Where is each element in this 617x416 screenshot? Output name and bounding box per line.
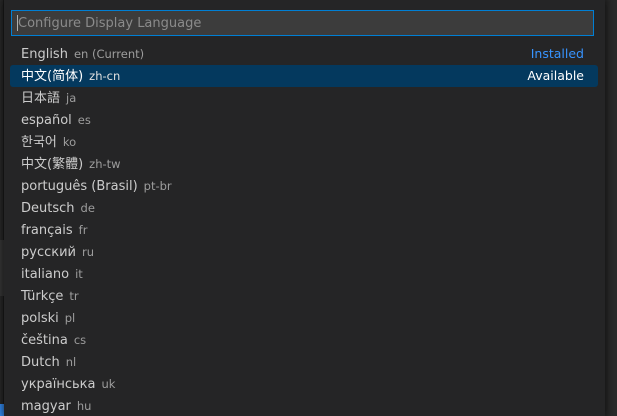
language-item[interactable]: українська uk	[10, 373, 598, 395]
language-label: українська	[21, 377, 96, 392]
language-code: pt-br	[143, 179, 172, 193]
language-label: русский	[21, 245, 76, 260]
language-label: Dutch	[21, 355, 60, 370]
language-label: português (Brasil)	[21, 179, 138, 194]
language-code: cs	[73, 333, 87, 347]
language-code: de	[80, 201, 95, 215]
language-item[interactable]: Dutch nl	[10, 351, 598, 373]
language-list: English en (Current) Installed 中文(简体) zh-cn A…	[10, 43, 598, 416]
editor-background-right	[605, 0, 617, 416]
language-item[interactable]: polski pl	[10, 307, 598, 329]
language-item[interactable]: čeština cs	[10, 329, 598, 351]
language-code: tr	[69, 289, 79, 303]
language-label: français	[21, 223, 73, 238]
editor-background-left	[0, 0, 3, 416]
language-label: Türkçe	[21, 289, 64, 304]
language-label: 中文(繁體)	[21, 157, 84, 172]
language-item[interactable]: русский ru	[10, 241, 598, 263]
language-label: 日本語	[21, 91, 61, 106]
language-label: 中文(简体)	[21, 69, 84, 84]
language-code: hu	[76, 399, 92, 413]
language-status: Available	[527, 68, 584, 83]
quick-pick-widget: English en (Current) Installed 中文(简体) zh-cn A…	[4, 0, 605, 416]
language-status: Installed	[530, 46, 584, 61]
language-item[interactable]: 한국어 ko	[10, 131, 598, 153]
language-item[interactable]: magyar hu	[10, 395, 598, 416]
language-label: polski	[21, 311, 59, 326]
language-code: es	[77, 113, 91, 127]
language-code: zh-tw	[89, 157, 121, 171]
language-item[interactable]: español es	[10, 109, 598, 131]
language-item[interactable]: Deutsch de	[10, 197, 598, 219]
language-code: ru	[82, 245, 95, 259]
language-item[interactable]: 日本語 ja	[10, 87, 598, 109]
language-item[interactable]: italiano it	[10, 263, 598, 285]
language-code: en (Current)	[73, 47, 145, 61]
language-code: nl	[65, 355, 77, 369]
language-code: zh-cn	[89, 69, 121, 83]
language-label: italiano	[21, 267, 70, 282]
language-code: ja	[66, 91, 77, 105]
language-item[interactable]: 中文(简体) zh-cn Available	[10, 65, 598, 87]
language-code: pl	[64, 311, 76, 325]
language-label: čeština	[21, 333, 68, 348]
language-item[interactable]: English en (Current) Installed	[10, 43, 598, 65]
language-label: magyar	[21, 399, 71, 414]
language-item[interactable]: português (Brasil) pt-br	[10, 175, 598, 197]
language-code: it	[75, 267, 83, 281]
language-label: Deutsch	[21, 201, 75, 216]
language-item[interactable]: Türkçe tr	[10, 285, 598, 307]
quick-pick-input[interactable]	[11, 10, 594, 36]
language-label: español	[21, 113, 72, 128]
language-code: uk	[101, 377, 116, 391]
language-label: 한국어	[21, 135, 57, 150]
language-item[interactable]: français fr	[10, 219, 598, 241]
language-code: fr	[78, 223, 88, 237]
text-cursor	[17, 15, 18, 31]
language-item[interactable]: 中文(繁體) zh-tw	[10, 153, 598, 175]
language-code: ko	[62, 135, 77, 149]
language-label: English	[21, 47, 68, 62]
